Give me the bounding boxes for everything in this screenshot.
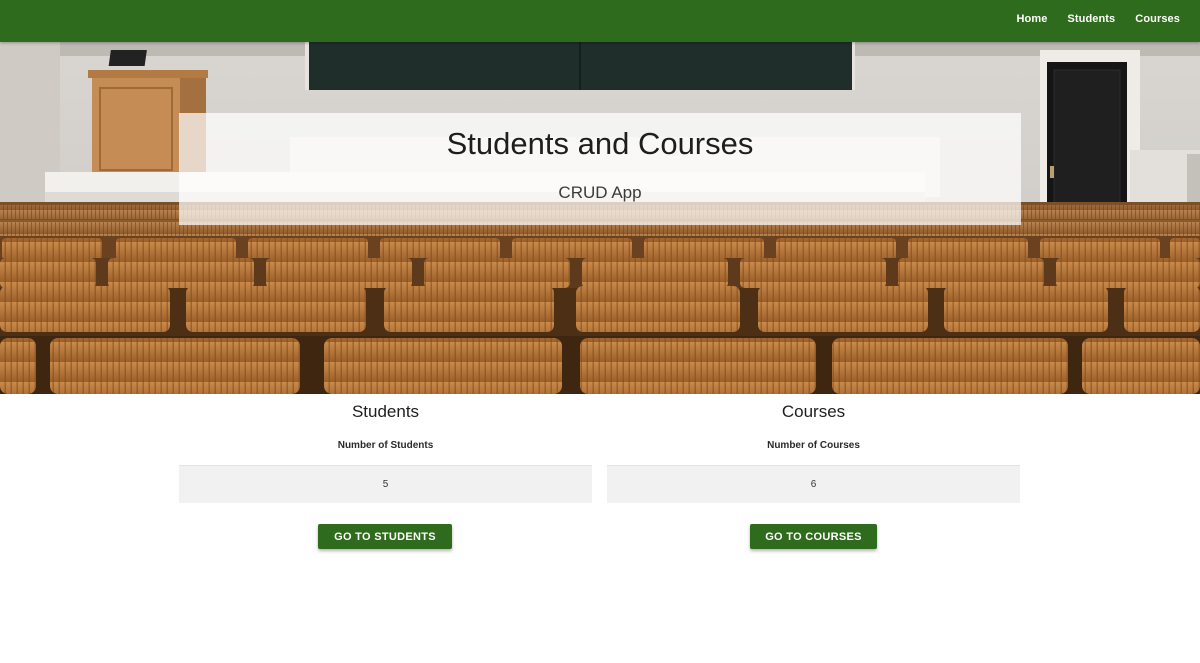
nav-link-courses[interactable]: Courses	[1125, 13, 1190, 25]
students-count-value: 5	[382, 479, 389, 490]
hero-banner: Students and Courses CRUD App	[0, 42, 1200, 394]
students-count-label: Number of Students	[337, 440, 434, 451]
courses-count-box: 6	[607, 465, 1020, 503]
courses-count-value: 6	[810, 479, 817, 490]
page-subtitle: CRUD App	[558, 183, 642, 202]
nav-link-home[interactable]: Home	[1006, 13, 1057, 25]
top-navbar: Home Students Courses	[0, 0, 1200, 42]
courses-heading: Courses	[781, 402, 846, 421]
page-title: Students and Courses	[446, 126, 754, 161]
go-to-courses-button[interactable]: GO TO COURSES	[750, 524, 877, 549]
nav-links: Home Students Courses	[1006, 0, 1190, 38]
go-to-students-button[interactable]: GO TO STUDENTS	[318, 524, 452, 549]
nav-link-students[interactable]: Students	[1057, 13, 1125, 25]
students-count-box: 5	[179, 465, 592, 503]
courses-count-label: Number of Courses	[767, 440, 860, 451]
students-heading: Students	[351, 402, 420, 421]
hero-title-panel: Students and Courses CRUD App	[179, 113, 1021, 225]
